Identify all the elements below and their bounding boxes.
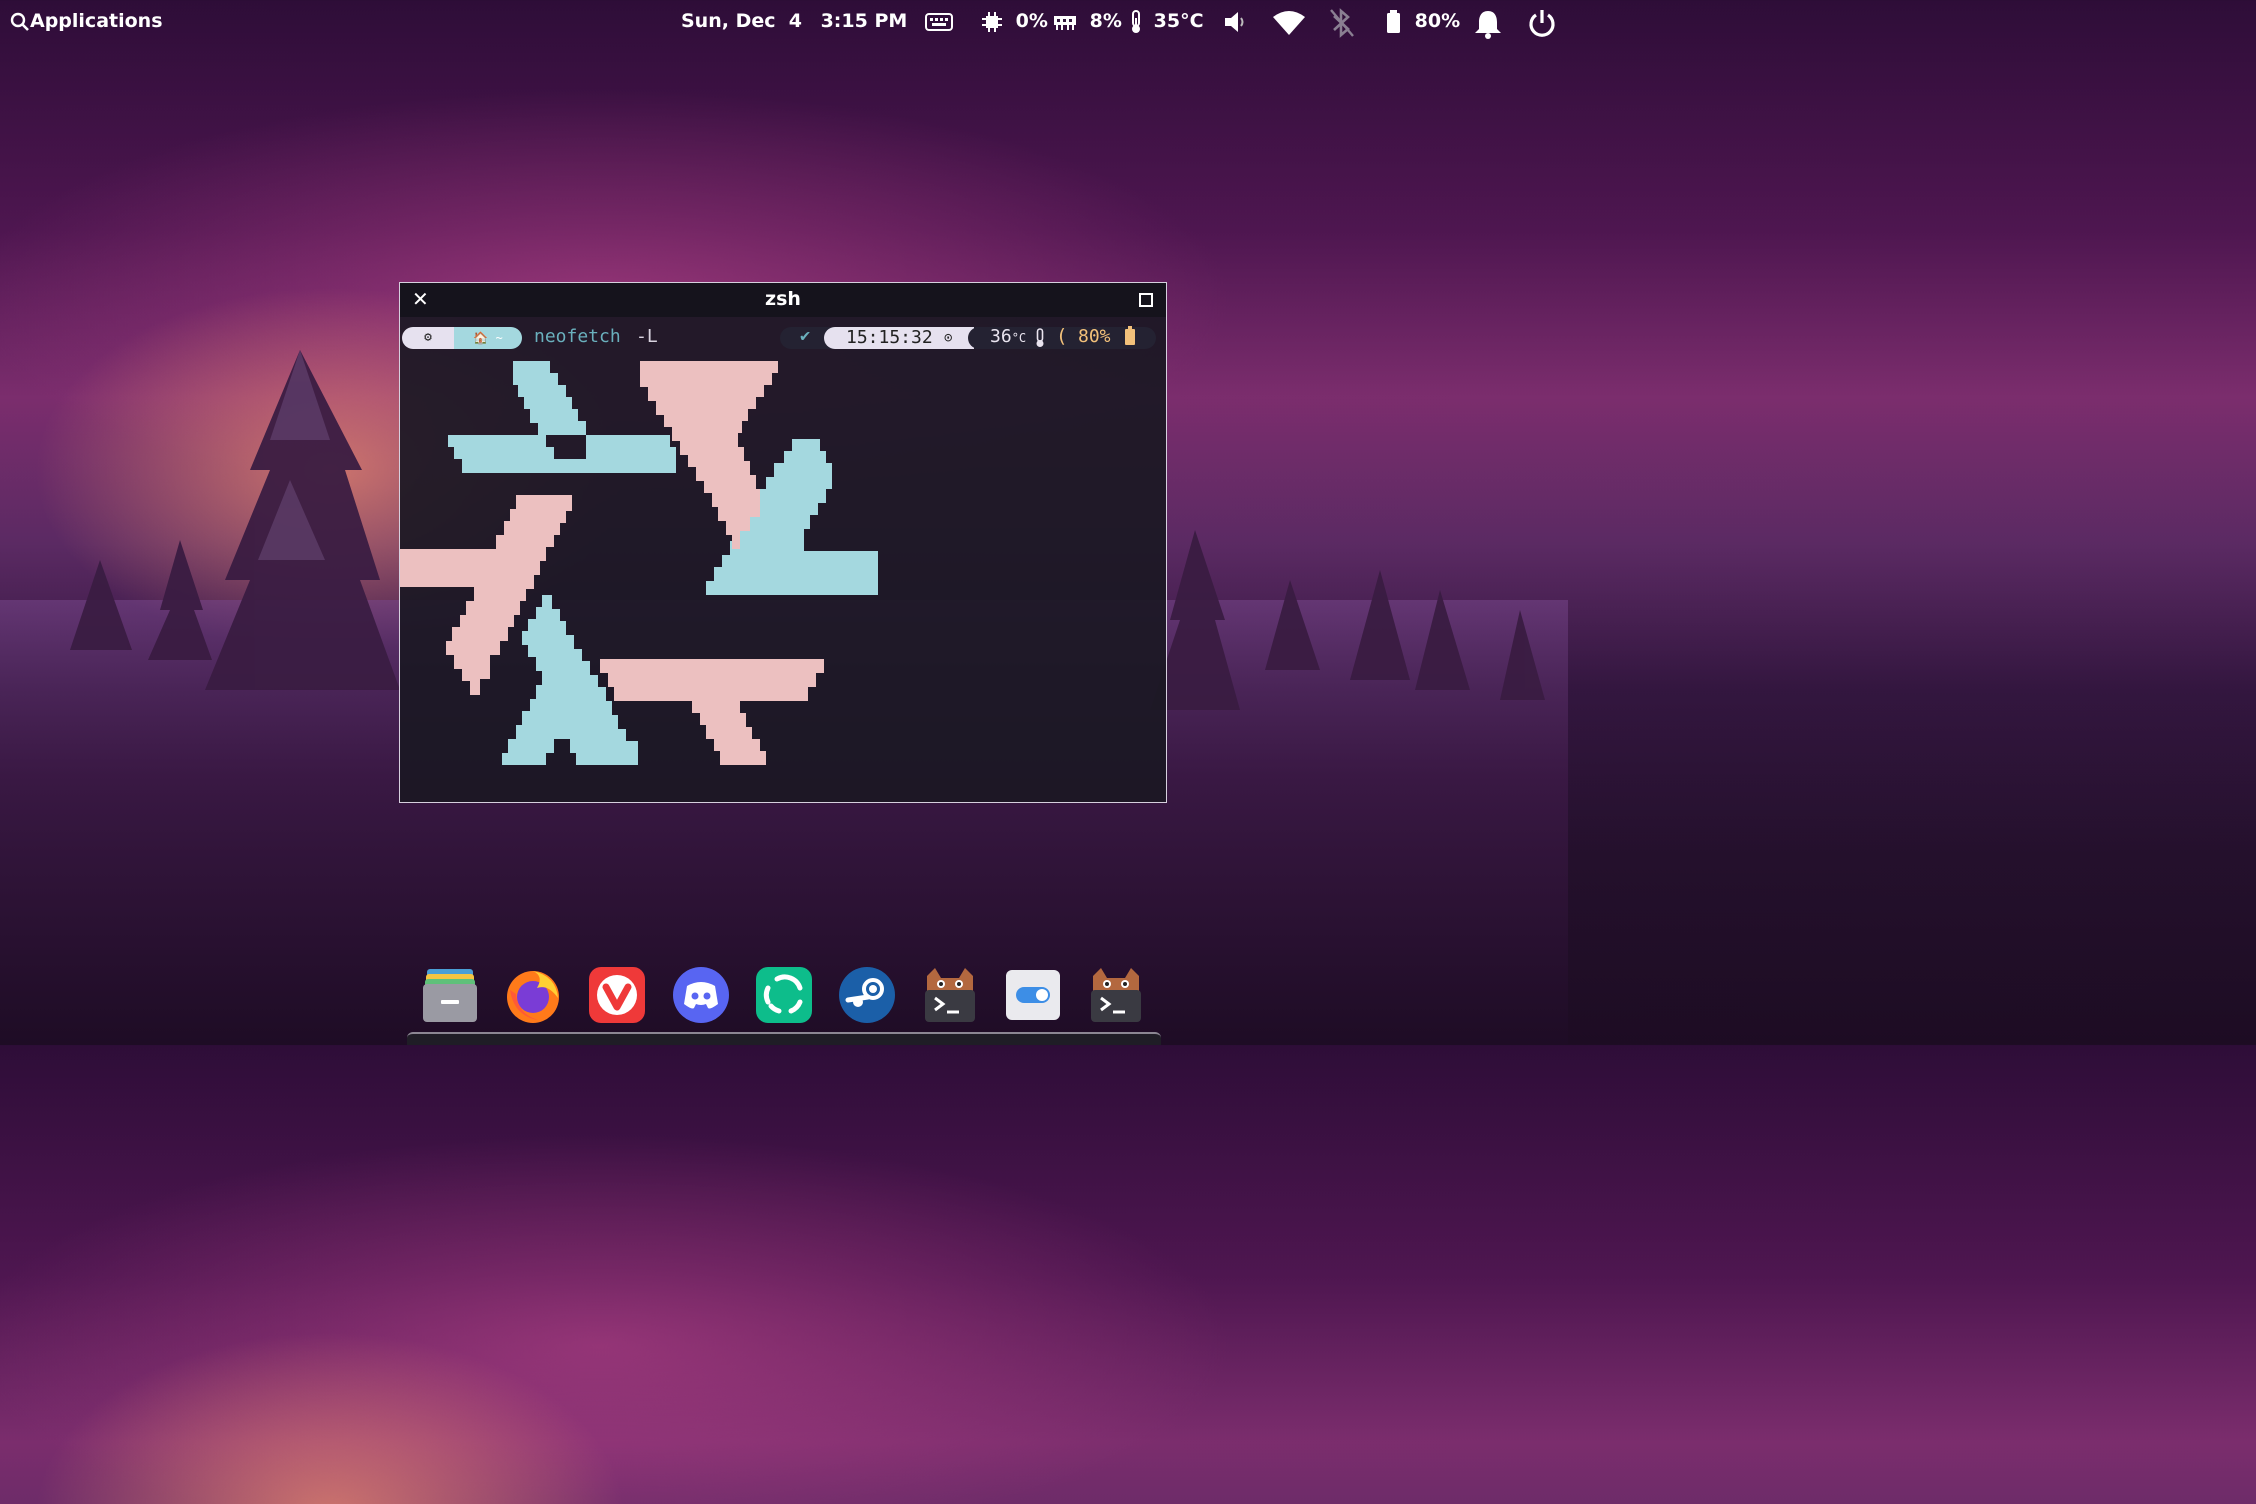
firefox-icon [507, 971, 559, 1023]
wifi-icon [1273, 10, 1305, 35]
battery-icon [1125, 326, 1135, 345]
thermometer-icon [1132, 9, 1140, 33]
prompt-temperature-value: 36 [990, 326, 1012, 347]
keyboard-indicator[interactable] [925, 8, 953, 34]
clock-icon: ⊙ [944, 330, 953, 346]
clock[interactable]: Sun, Dec 4 3:15 PM [681, 8, 907, 34]
maximize-icon[interactable] [1139, 293, 1153, 307]
prompt-time: 15:15:32 [846, 327, 933, 348]
memory-label: 8% [1089, 10, 1122, 32]
cpu-indicator[interactable]: 0% [981, 8, 1048, 34]
memory-icon [1054, 15, 1076, 30]
bell-icon [1475, 11, 1501, 39]
power-button[interactable] [1527, 8, 1557, 38]
memory-indicator[interactable]: 8% [1053, 8, 1122, 34]
steam-icon [839, 967, 895, 1023]
command-text: neofetch [534, 326, 621, 347]
prompt-battery: 80% [1078, 326, 1111, 347]
applications-label: Applications [30, 10, 163, 32]
dock-terminal-2[interactable] [1087, 966, 1145, 1024]
terminal-cat-icon [1091, 968, 1141, 1022]
power-icon [1529, 10, 1555, 37]
files-icon [423, 969, 477, 1022]
dock-firefox[interactable] [504, 966, 562, 1024]
time-label: 3:15 PM [820, 10, 908, 32]
bluetooth-indicator[interactable] [1329, 8, 1355, 38]
search-icon [10, 12, 29, 31]
window-title: zsh [765, 288, 801, 310]
moon-icon: ( [1056, 325, 1068, 347]
vivaldi-icon [589, 967, 645, 1023]
date-label: Sun, Dec 4 [681, 10, 802, 32]
prompt-status-segment: ✔ 15:15:32 ⊙ 36°C ( 80% [780, 325, 1156, 349]
dock-steam[interactable] [838, 966, 896, 1024]
wifi-indicator[interactable] [1272, 8, 1306, 35]
terminal-window[interactable]: ✕ zsh ⚙ 🏠 ~ neofetch -L ✔ 15:15:32 ⊙ 36°… [399, 282, 1167, 803]
dock-vivaldi[interactable] [588, 966, 646, 1024]
dock-bar [407, 1032, 1161, 1045]
volume-indicator[interactable] [1222, 8, 1250, 34]
dock-files[interactable] [421, 966, 479, 1024]
discord-icon [673, 967, 729, 1023]
bluetooth-icon [1330, 8, 1354, 38]
gear-icon: ⚙ [402, 327, 454, 349]
toggle-settings-icon [1006, 970, 1060, 1020]
prompt-temperature: 36°C [990, 326, 1026, 347]
applications-menu[interactable]: Applications [10, 8, 163, 34]
home-directory-segment: 🏠 ~ [454, 327, 522, 349]
neofetch-logo [400, 361, 878, 765]
terminal-titlebar[interactable]: ✕ zsh [400, 283, 1166, 317]
dock-settings-toggle[interactable] [1004, 966, 1062, 1024]
dock-discord[interactable] [672, 966, 730, 1024]
volume-icon [1225, 11, 1244, 32]
check-icon: ✔ [800, 326, 811, 346]
temperature-label: 35°C [1153, 10, 1204, 32]
dock-element[interactable] [755, 966, 813, 1024]
prompt-temperature-unit: °C [1011, 331, 1027, 345]
top-panel: Applications Sun, Dec 4 3:15 PM 0% 8% 35… [0, 0, 1568, 42]
element-icon [756, 967, 812, 1023]
keyboard-icon [925, 12, 953, 31]
battery-icon [1387, 9, 1400, 33]
dock-terminal-1[interactable] [921, 966, 979, 1024]
cpu-icon [982, 11, 1002, 32]
battery-indicator[interactable]: 80% [1386, 8, 1460, 34]
temperature-indicator[interactable]: 35°C [1129, 8, 1204, 34]
terminal-cat-icon [925, 968, 975, 1022]
command-argument: -L [636, 326, 658, 347]
shell-prompt: ⚙ 🏠 ~ neofetch -L ✔ 15:15:32 ⊙ 36°C ( 80… [400, 325, 1166, 349]
notifications-button[interactable] [1472, 8, 1504, 40]
thermometer-icon [1036, 328, 1044, 347]
prompt-clock: 15:15:32 ⊙ [824, 327, 980, 349]
cpu-label: 0% [1015, 10, 1048, 32]
battery-label: 80% [1414, 10, 1461, 32]
